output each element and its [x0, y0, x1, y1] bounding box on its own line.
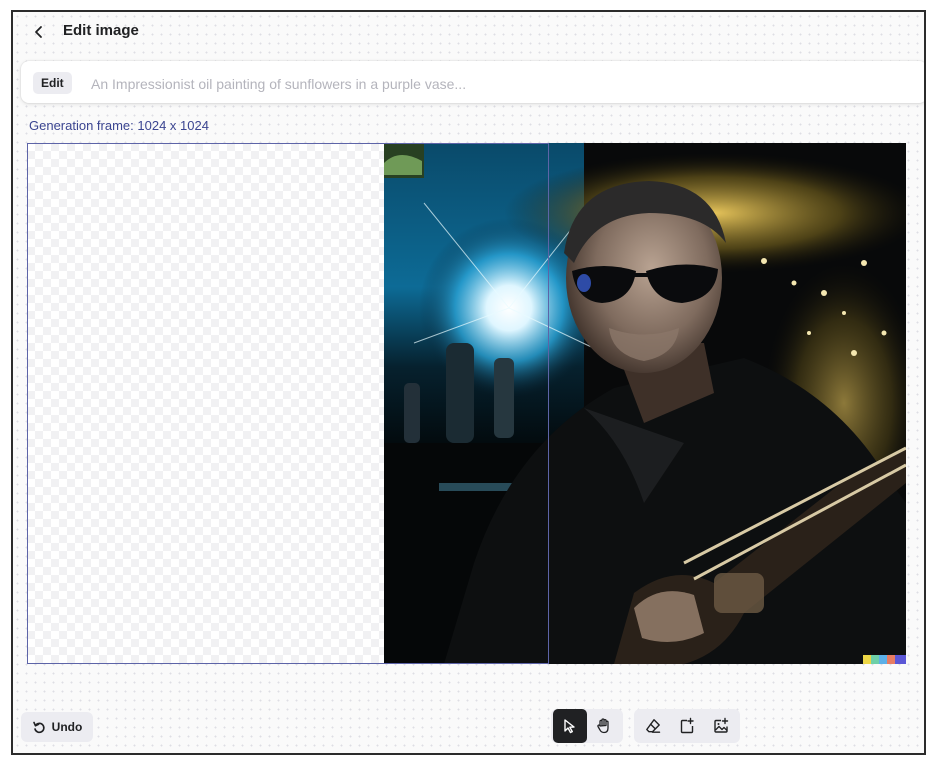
back-button[interactable] [27, 20, 51, 44]
navigation-tool-group [551, 709, 623, 743]
add-frame-icon [680, 717, 694, 734]
edit-image-window: Edit image Edit Generation frame: 1024 x… [11, 10, 926, 755]
undo-button[interactable]: Undo [21, 712, 93, 742]
hand-icon [597, 718, 609, 734]
prompt-bar: Edit [21, 61, 924, 103]
undo-icon [32, 721, 45, 734]
pan-tool-button[interactable] [587, 709, 621, 743]
cursor-arrow-icon [564, 719, 575, 734]
image-add-icon [714, 717, 729, 733]
select-tool-button[interactable] [553, 709, 587, 743]
page-title: Edit image [63, 22, 139, 39]
header: Edit image [13, 12, 924, 52]
eraser-icon [646, 719, 661, 733]
edit-canvas[interactable] [27, 143, 906, 664]
undo-label: Undo [51, 720, 83, 734]
edit-badge: Edit [33, 72, 72, 94]
eraser-tool-button[interactable] [636, 709, 670, 743]
generation-frame-label: Generation frame: 1024 x 1024 [29, 118, 209, 133]
prompt-input[interactable] [89, 70, 893, 98]
edit-tool-group [634, 709, 740, 743]
chevron-left-icon [35, 26, 42, 38]
upload-image-tool-button[interactable] [704, 709, 738, 743]
add-frame-tool-button[interactable] [670, 709, 704, 743]
generation-frame[interactable] [27, 143, 549, 664]
